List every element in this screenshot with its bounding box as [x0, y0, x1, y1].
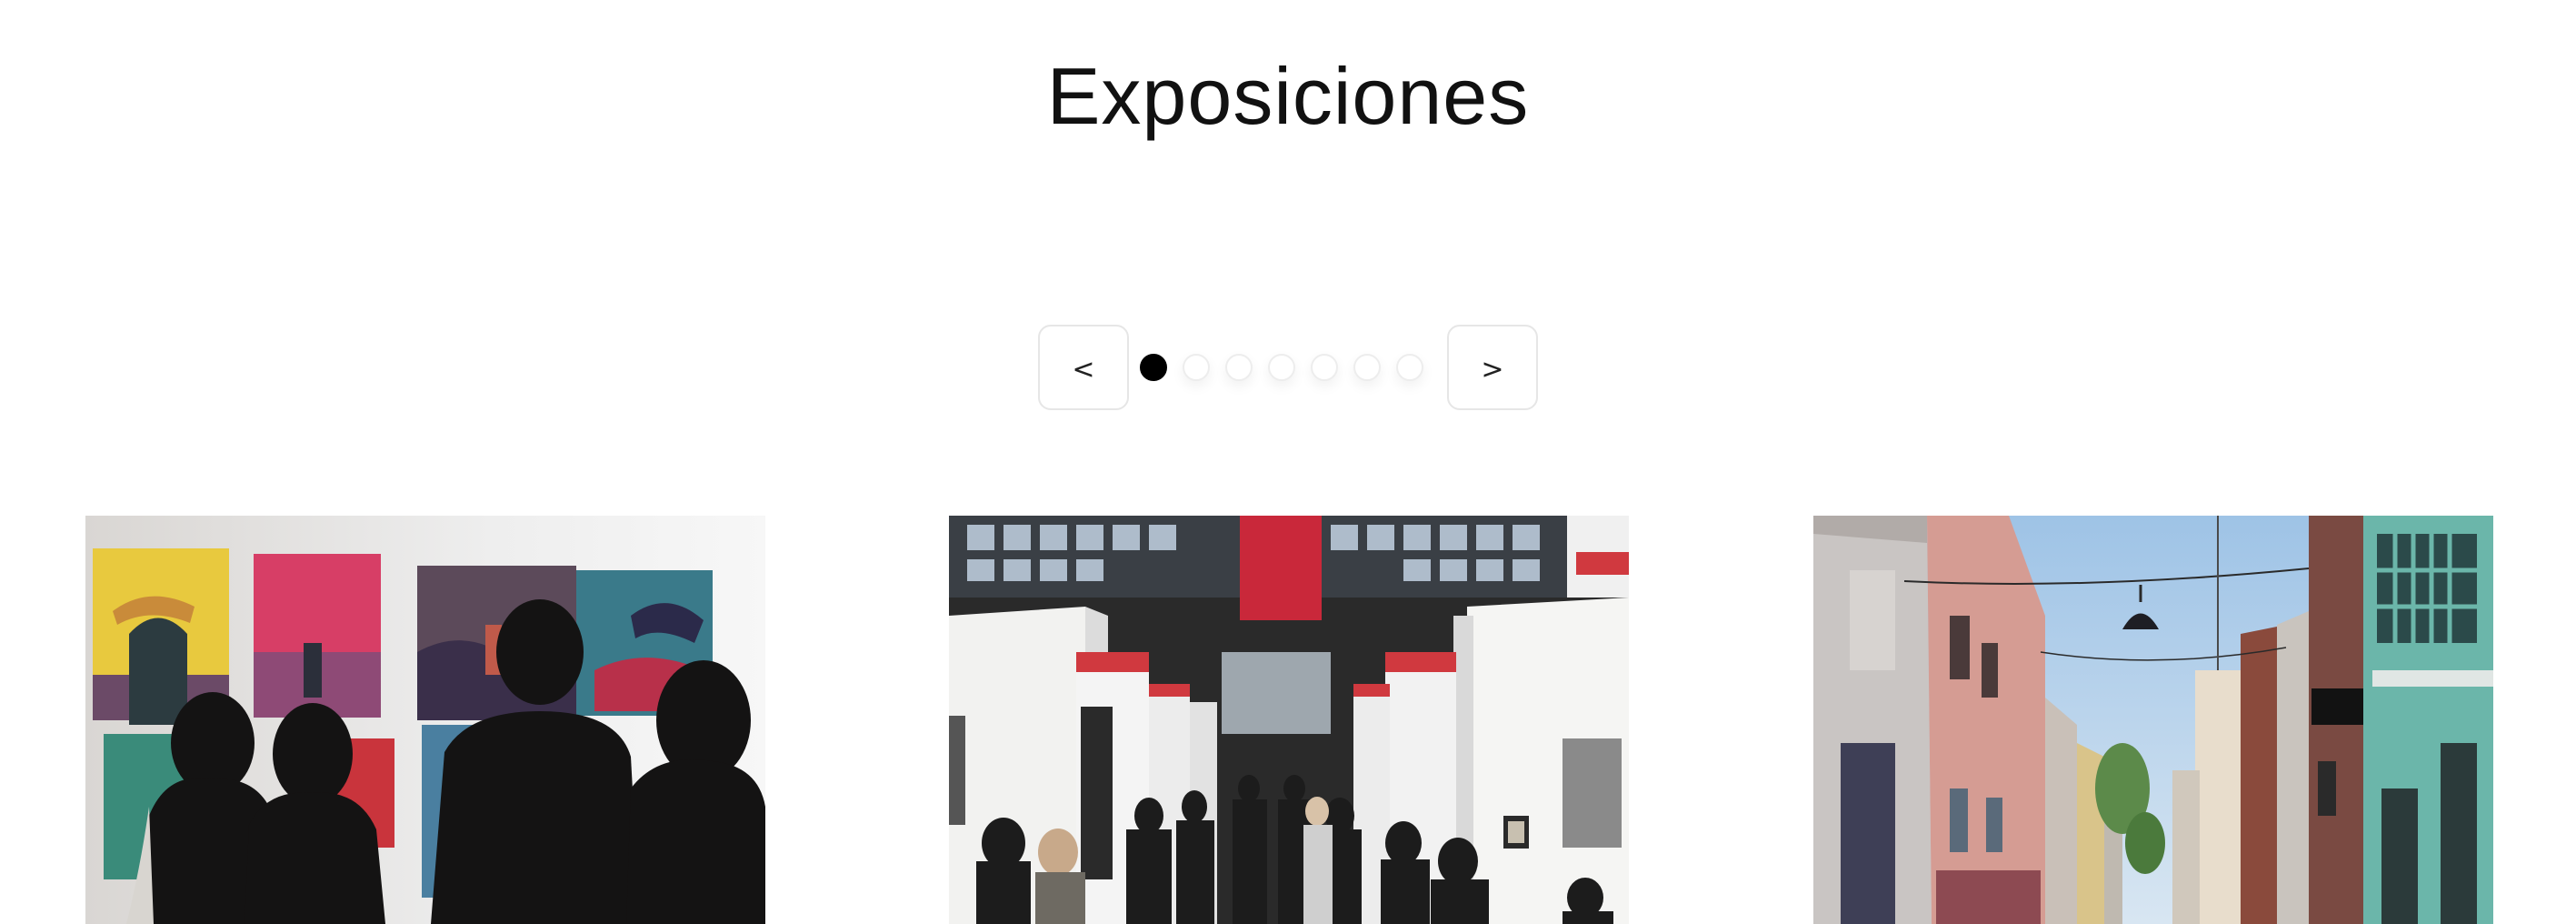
page-title: Exposiciones	[1046, 51, 1530, 141]
street-image	[1813, 516, 2493, 924]
exhibition-card-street[interactable]	[1813, 516, 2493, 924]
next-button[interactable]: >	[1447, 325, 1538, 410]
carousel-dot[interactable]	[1140, 354, 1167, 381]
carousel-dot[interactable]	[1225, 354, 1253, 381]
previous-button[interactable]: <	[1038, 325, 1129, 410]
carousel-dot[interactable]	[1311, 354, 1338, 381]
exhibition-card-art-fair[interactable]	[949, 516, 1629, 924]
carousel-dots	[1140, 325, 1440, 410]
carousel-dot[interactable]	[1183, 354, 1210, 381]
art-fair-image	[949, 516, 1629, 924]
gallery-visitors-image	[85, 516, 765, 924]
exhibition-card-gallery[interactable]	[85, 516, 765, 924]
carousel-dot[interactable]	[1268, 354, 1295, 381]
carousel-dot[interactable]	[1396, 354, 1423, 381]
carousel-pager: < >	[1038, 325, 1540, 412]
carousel-dot[interactable]	[1353, 354, 1381, 381]
